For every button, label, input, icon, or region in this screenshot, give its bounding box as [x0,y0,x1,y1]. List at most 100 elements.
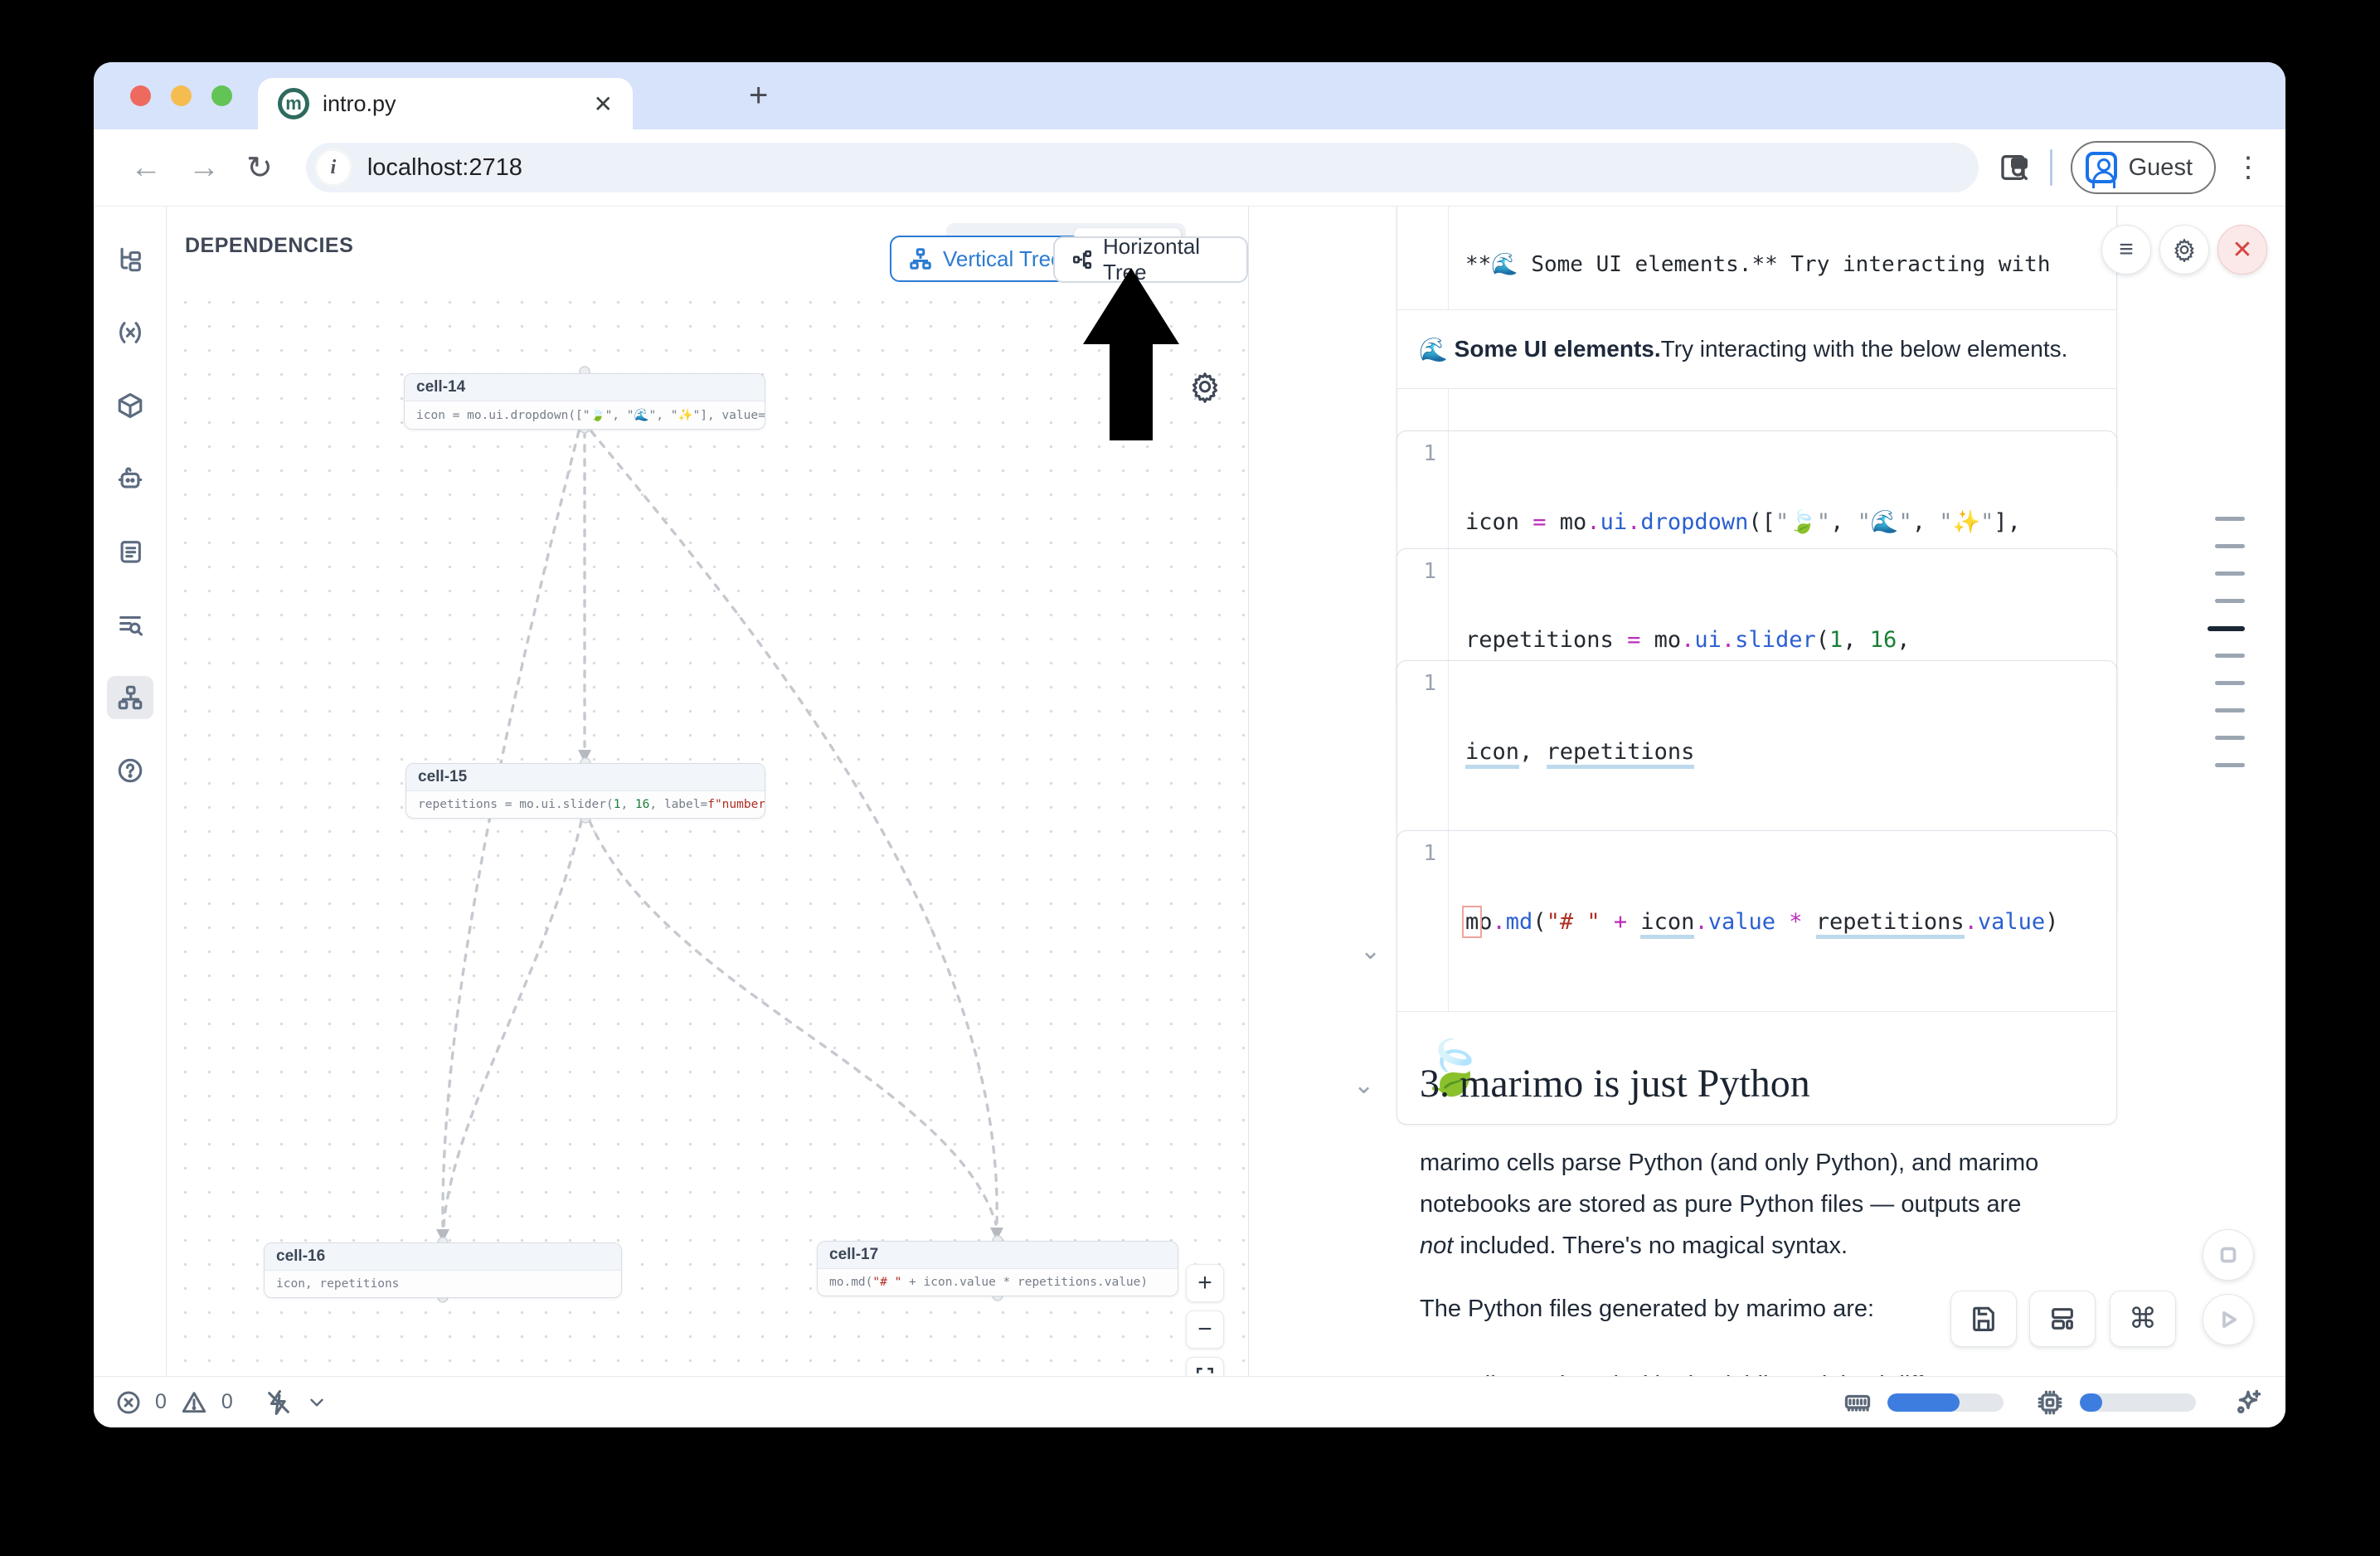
autorun-disabled-icon[interactable] [265,1388,293,1417]
back-icon[interactable]: ← [130,150,162,186]
close-window-button[interactable] [130,85,151,106]
vertical-tree-label: Vertical Tree [943,246,1063,272]
graph-node-cell-16[interactable]: cell-16 icon, repetitions [264,1242,622,1298]
markdown-output: 🌊 Some UI elements. Try interacting with… [1396,309,2117,389]
window-controls [130,85,232,106]
code-line[interactable]: **🌊 Some UI elements.** Try interacting … [1465,249,2113,281]
memory-usage-fill [1887,1393,1960,1412]
section-heading: 3. marimo is just Python [1420,1061,1810,1106]
graph-settings-button[interactable] [1188,370,1222,407]
section-chevron-icon[interactable]: ⌄ [1353,1071,1374,1100]
collapse-chevron-icon[interactable]: ⌄ [1360,936,1381,965]
paragraph-text: included. There's no magical syntax. [1453,1233,1848,1259]
minimap-dash[interactable] [2215,544,2245,548]
sidebar-item-logs[interactable] [107,530,153,573]
minimap-dash[interactable] [2215,708,2245,712]
save-button[interactable] [1950,1291,2017,1347]
browser-tab[interactable]: m intro.py ✕ [258,78,633,129]
chevron-down-icon[interactable] [306,1392,328,1413]
minimap-dash[interactable] [2215,681,2245,685]
search-tabs-icon[interactable] [1999,151,2032,184]
layout-grid-icon [2048,1305,2076,1333]
browser-tab-strip: m intro.py ✕ + [94,62,2285,129]
cell-actions: ≡ ✕ [2101,225,2267,275]
ai-sparkle-icon[interactable] [2232,1387,2264,1418]
warnings-icon[interactable] [180,1389,208,1416]
notebook-area: 1 **🌊 Some UI elements.** Try interactin… [1249,207,2285,1376]
code-line[interactable]: repetitions = mo.ui.slider(1, 16, [1465,624,2113,656]
errors-icon[interactable] [115,1389,142,1416]
minimap-dash[interactable] [2215,571,2245,576]
layout-button[interactable] [2029,1291,2096,1347]
graph-node-cell-15[interactable]: cell-15 repetitions = mo.ui.slider(1, 16… [406,763,765,819]
clipped-line: easily versioned with git, yielding mini… [1446,1364,2076,1376]
browser-menu-icon[interactable]: ⋮ [2234,151,2262,184]
url-bar[interactable]: i localhost:2718 [306,143,1979,192]
url-text[interactable]: localhost:2718 [367,154,522,182]
tab-close-icon[interactable]: ✕ [594,90,613,118]
graph-node-cell-17[interactable]: cell-17 mo.md("# " + icon.value * repeti… [817,1241,1178,1296]
shortcuts-button[interactable]: ⌘ [2110,1291,2176,1347]
minimap-dash[interactable] [2215,763,2245,767]
line-number: 1 [1397,831,1449,1011]
site-info-icon[interactable]: i [314,148,352,187]
stop-button[interactable] [2203,1229,2254,1281]
panel-title: DEPENDENCIES [185,234,353,258]
minimap-dash-active[interactable] [2208,626,2245,631]
code-line[interactable]: mo.md("# " + icon.value * repetitions.va… [1465,906,2113,938]
memory-icon [1843,1388,1872,1417]
zoom-in-button[interactable]: + [1186,1264,1224,1302]
sidebar-item-help[interactable] [107,749,153,792]
graph-zoom-controls: + − [1186,1264,1224,1376]
reload-icon[interactable]: ↻ [246,149,273,187]
code-line[interactable]: icon = mo.ui.dropdown(["🍃", "🌊", "✨"], [1465,506,2113,538]
maximize-window-button[interactable] [211,85,232,106]
wave-emoji: 🌊 [1419,336,1448,363]
profile-name: Guest [2129,154,2193,182]
sidebar-item-dependencies[interactable] [107,676,153,719]
graph-node-cell-14[interactable]: cell-14 icon = mo.ui.dropdown(["🍃", "🌊",… [404,373,765,430]
graph-canvas[interactable]: cell-14 icon = mo.ui.dropdown(["🍃", "🌊",… [167,285,1248,1376]
minimap-dash[interactable] [2215,517,2245,521]
horizontal-tree-button[interactable]: Horizontal Tree [1053,236,1248,283]
shutdown-button[interactable]: ✕ [2217,225,2267,275]
vertical-tree-button[interactable]: Vertical Tree [890,236,1081,282]
cpu-usage-fill [2080,1393,2102,1412]
node-code: repetitions = mo.ui.slider(1, 16, label=… [406,791,765,818]
drag-menu-button[interactable]: ≡ [2101,225,2151,275]
minimap-dash[interactable] [2215,654,2245,658]
profile-button[interactable]: Guest [2071,141,2216,194]
line-number: 1 [1397,661,1449,841]
sidebar-item-snippets[interactable] [107,603,153,646]
node-title: cell-15 [406,764,765,791]
cpu-icon [2035,1388,2065,1417]
browser-toolbar: ← → ↻ i localhost:2718 Guest ⋮ [94,129,2285,206]
paragraph-emphasis: not [1420,1233,1453,1259]
node-code: icon = mo.ui.dropdown(["🍃", "🌊", "✨"], v… [405,401,765,429]
scroll-icon [116,537,144,566]
paragraph-text: marimo cells parse Python (and only Pyth… [1420,1150,2038,1218]
sidebar-item-file-explorer[interactable] [107,238,153,281]
forward-icon[interactable]: → [188,150,220,186]
sidebar-item-ai-assistant[interactable] [107,457,153,500]
cell-settings-button[interactable] [2159,225,2209,275]
minimize-window-button[interactable] [171,85,192,106]
code-line[interactable]: icon, repetitions [1465,736,2113,768]
help-icon [116,756,144,785]
fit-view-button[interactable] [1186,1357,1224,1376]
zoom-out-button[interactable]: − [1186,1310,1224,1349]
sidebar-item-packages[interactable] [107,384,153,427]
fullscreen-icon [1194,1365,1216,1376]
new-tab-button[interactable]: + [749,82,768,109]
sidebar-item-variables[interactable] [107,311,153,354]
play-icon [2216,1307,2241,1332]
marimo-logo-icon: m [278,88,309,119]
variables-icon [116,318,144,347]
minimap-dash[interactable] [2215,736,2245,740]
section-paragraph: marimo cells parse Python (and only Pyth… [1420,1142,2050,1267]
minimap-dash[interactable] [2215,599,2245,603]
node-code: mo.md("# " + icon.value * repetitions.va… [818,1269,1178,1296]
run-button[interactable] [2203,1294,2254,1345]
node-title: cell-14 [405,374,765,401]
warnings-count: 0 [221,1390,233,1414]
